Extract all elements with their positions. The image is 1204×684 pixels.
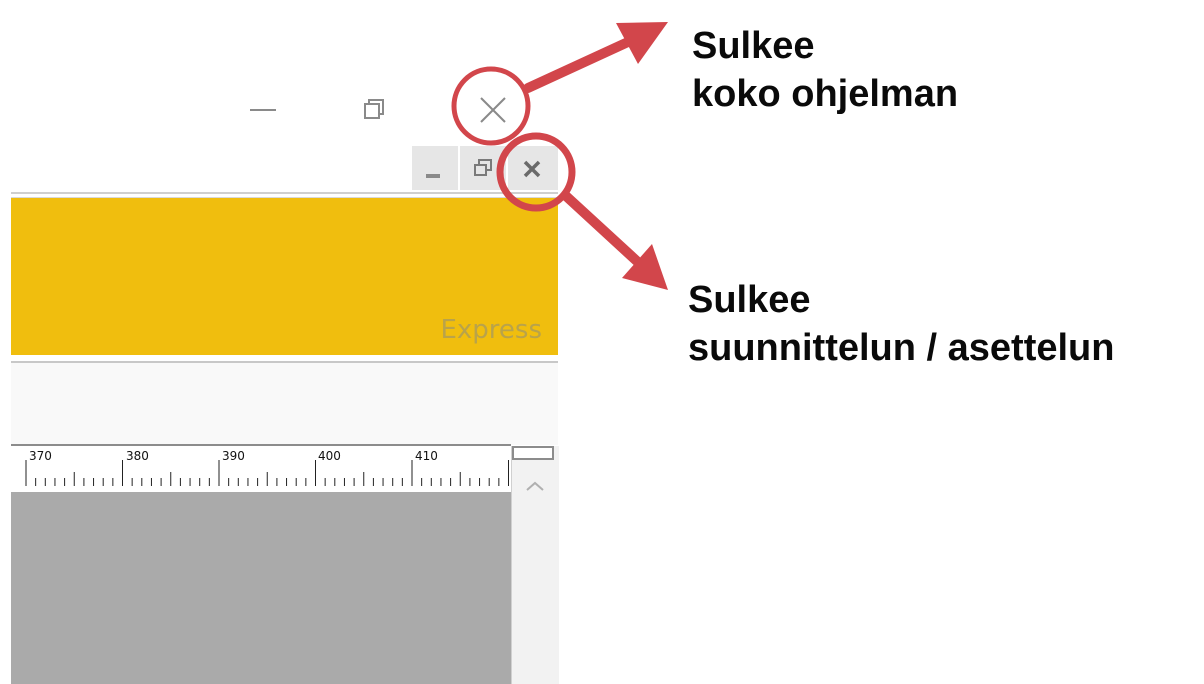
arrow-shaft	[561, 191, 645, 269]
ruler-label: 400	[318, 449, 341, 463]
arrow-head	[616, 22, 668, 64]
vertical-scrollbar[interactable]	[511, 446, 559, 684]
annotation-close-program: Sulkee koko ohjelman	[692, 22, 958, 118]
document-close-button[interactable]	[508, 146, 558, 190]
window-frame-line	[11, 192, 558, 194]
horizontal-ruler: 370 380 390 400 410	[11, 444, 511, 494]
annotation-line: Sulkee	[692, 25, 815, 67]
window-minimize-button[interactable]	[240, 88, 286, 132]
restore-icon	[474, 159, 492, 176]
toolbar-area	[11, 361, 558, 445]
design-canvas[interactable]	[11, 492, 511, 684]
minimize-icon	[426, 174, 440, 178]
restore-icon	[364, 99, 384, 119]
banner-label: Express	[440, 315, 542, 345]
document-restore-button[interactable]	[460, 146, 506, 190]
ruler-corner	[512, 446, 554, 460]
app-banner: Express	[11, 197, 558, 355]
scroll-up-button[interactable]	[520, 476, 550, 496]
annotation-line: Sulkee	[688, 279, 811, 321]
document-minimize-button[interactable]	[412, 146, 458, 190]
minimize-icon	[250, 109, 276, 111]
ruler-label: 410	[415, 449, 438, 463]
annotation-line: suunnittelun / asettelun	[688, 327, 1115, 369]
ruler-label: 390	[222, 449, 245, 463]
close-icon	[480, 97, 506, 123]
arrow-shaft	[523, 37, 633, 93]
window-close-button[interactable]	[470, 88, 516, 132]
ruler-label: 370	[29, 449, 52, 463]
window-restore-button[interactable]	[353, 88, 399, 132]
annotation-line: koko ohjelman	[692, 73, 959, 115]
chevron-up-icon	[526, 481, 544, 491]
close-icon	[523, 160, 541, 178]
annotation-close-design: Sulkee suunnittelun / asettelun	[688, 276, 1114, 372]
ruler-label: 380	[126, 449, 149, 463]
arrow-head	[622, 244, 668, 290]
